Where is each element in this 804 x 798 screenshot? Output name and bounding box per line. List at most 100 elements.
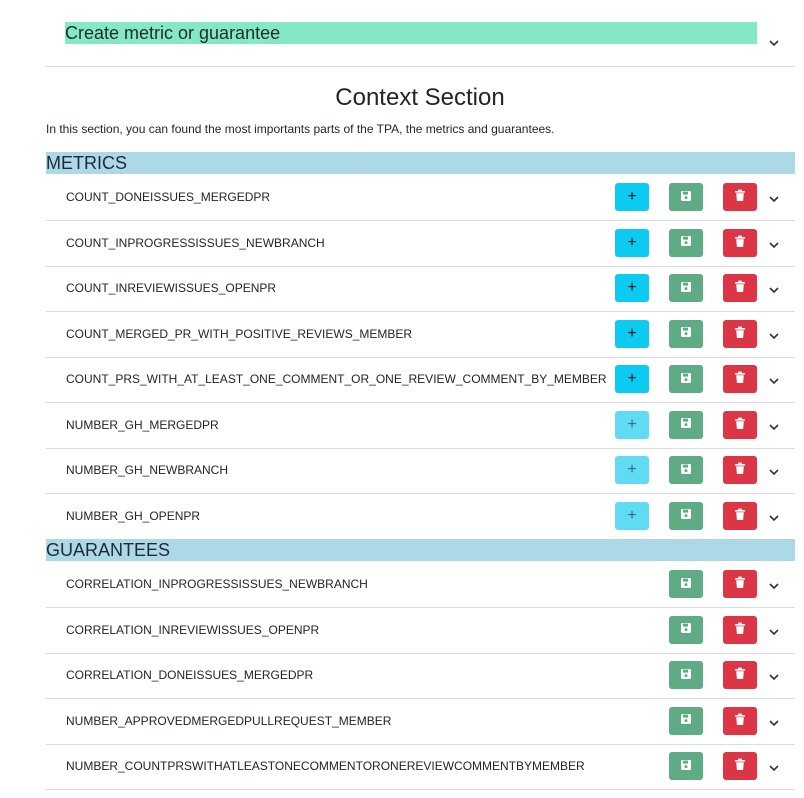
save-button[interactable] [669,365,703,393]
metric-name: NUMBER_GH_OPENPR [66,508,201,523]
delete-button[interactable] [723,274,757,302]
save-button[interactable] [669,570,703,598]
floppy-disk-icon [680,713,692,728]
trash-icon [734,371,746,387]
guarantee-name: CORRELATION_INREVIEWISSUES_OPENPR [66,622,320,637]
delete-button[interactable] [723,319,757,348]
chevron-down-icon[interactable] [767,761,781,775]
chevron-down-icon[interactable] [767,420,781,434]
save-button[interactable] [669,661,703,689]
plus-icon: + [627,279,637,296]
delete-button[interactable] [723,752,757,780]
trash-icon [734,667,746,683]
chevron-down-icon[interactable] [767,36,781,50]
plus-icon: + [627,415,637,433]
guarantees-header: GUARANTEES [46,539,795,561]
trash-icon [734,576,746,592]
trash-icon [734,189,746,205]
save-button[interactable] [669,706,703,735]
save-button[interactable] [669,274,703,302]
delete-button[interactable] [723,365,757,393]
chevron-down-icon[interactable] [767,465,781,479]
guarantee-item: CORRELATION_INPROGRESSISSUES_NEWBRANCH [46,562,795,608]
chevron-down-icon[interactable] [767,329,781,343]
create-metric-button[interactable]: Create metric or guarantee [65,22,757,44]
delete-button[interactable] [723,228,757,257]
plus-icon: + [627,233,637,251]
guarantee-item: NUMBER_APPROVEDMERGEDPULLREQUEST_MEMBER [46,699,795,745]
add-button: + [615,410,649,439]
metric-name: COUNT_DONEISSUES_MERGEDPR [66,190,271,204]
trash-icon [734,462,746,478]
metric-item: NUMBER_GH_NEWBRANCH + [46,448,795,494]
delete-button[interactable] [723,410,757,439]
add-button[interactable]: + [615,319,649,348]
delete-button[interactable] [723,661,757,689]
floppy-disk-icon [680,577,692,592]
metric-item: NUMBER_GH_OPENPR + [46,494,795,540]
metric-name: NUMBER_GH_MERGEDPR [66,417,219,432]
floppy-disk-icon [680,508,692,523]
guarantee-name: CORRELATION_DONEISSUES_MERGEDPR [66,668,314,682]
save-button[interactable] [669,228,703,257]
save-button[interactable] [669,752,703,780]
floppy-disk-icon [680,372,692,387]
create-metric-label: Create metric or guarantee [65,23,281,43]
floppy-disk-icon [680,235,692,250]
chevron-down-icon[interactable] [767,283,781,297]
save-button[interactable] [669,183,703,211]
delete-button[interactable] [723,615,757,644]
plus-icon: + [627,370,637,387]
save-button[interactable] [669,319,703,348]
metric-name: COUNT_MERGED_PR_WITH_POSITIVE_REVIEWS_ME… [66,326,413,341]
delete-button[interactable] [723,706,757,735]
trash-icon [734,326,746,342]
floppy-disk-icon [680,190,692,205]
delete-button[interactable] [723,456,757,484]
metrics-header: METRICS [46,152,795,174]
delete-button[interactable] [723,570,757,598]
metric-item: COUNT_INPROGRESSISSUES_NEWBRANCH + [46,221,795,267]
add-button[interactable]: + [615,274,649,302]
metric-item: COUNT_MERGED_PR_WITH_POSITIVE_REVIEWS_ME… [46,312,795,358]
chevron-down-icon[interactable] [767,374,781,388]
chevron-down-icon[interactable] [767,579,781,593]
floppy-disk-icon [680,326,692,341]
add-button: + [615,456,649,484]
save-button[interactable] [669,456,703,484]
trash-icon [734,280,746,296]
chevron-down-icon[interactable] [767,670,781,684]
save-button[interactable] [669,501,703,530]
chevron-down-icon[interactable] [767,511,781,525]
metric-name: COUNT_INREVIEWISSUES_OPENPR [66,281,277,295]
delete-button[interactable] [723,501,757,530]
floppy-disk-icon [680,668,692,683]
metric-item: COUNT_PRS_WITH_AT_LEAST_ONE_COMMENT_OR_O… [46,357,795,403]
guarantee-name: NUMBER_APPROVEDMERGEDPULLREQUEST_MEMBER [66,713,392,728]
trash-icon [734,713,746,729]
guarantee-item: NUMBER_COUNTPRSWITHATLEASTONECOMMENTORON… [46,744,795,790]
metric-item: NUMBER_GH_MERGEDPR + [46,403,795,449]
chevron-down-icon[interactable] [767,238,781,252]
add-button[interactable]: + [615,365,649,393]
plus-icon: + [627,188,637,205]
create-metric-row[interactable]: Create metric or guarantee [46,0,794,67]
metric-name: NUMBER_GH_NEWBRANCH [66,463,229,477]
chevron-down-icon[interactable] [767,625,781,639]
floppy-disk-icon [680,463,692,478]
plus-icon: + [627,461,637,478]
trash-icon [734,622,746,638]
guarantee-name: CORRELATION_INPROGRESSISSUES_NEWBRANCH [66,577,368,591]
guarantee-item: CORRELATION_INREVIEWISSUES_OPENPR [46,608,795,654]
save-button[interactable] [669,410,703,439]
add-button[interactable]: + [615,228,649,257]
add-button[interactable]: + [615,183,649,211]
chevron-down-icon[interactable] [767,716,781,730]
trash-icon [734,417,746,433]
floppy-disk-icon [680,622,692,637]
chevron-down-icon[interactable] [767,192,781,206]
trash-icon [734,508,746,524]
save-button[interactable] [669,615,703,644]
floppy-disk-icon [680,281,692,296]
delete-button[interactable] [723,183,757,211]
